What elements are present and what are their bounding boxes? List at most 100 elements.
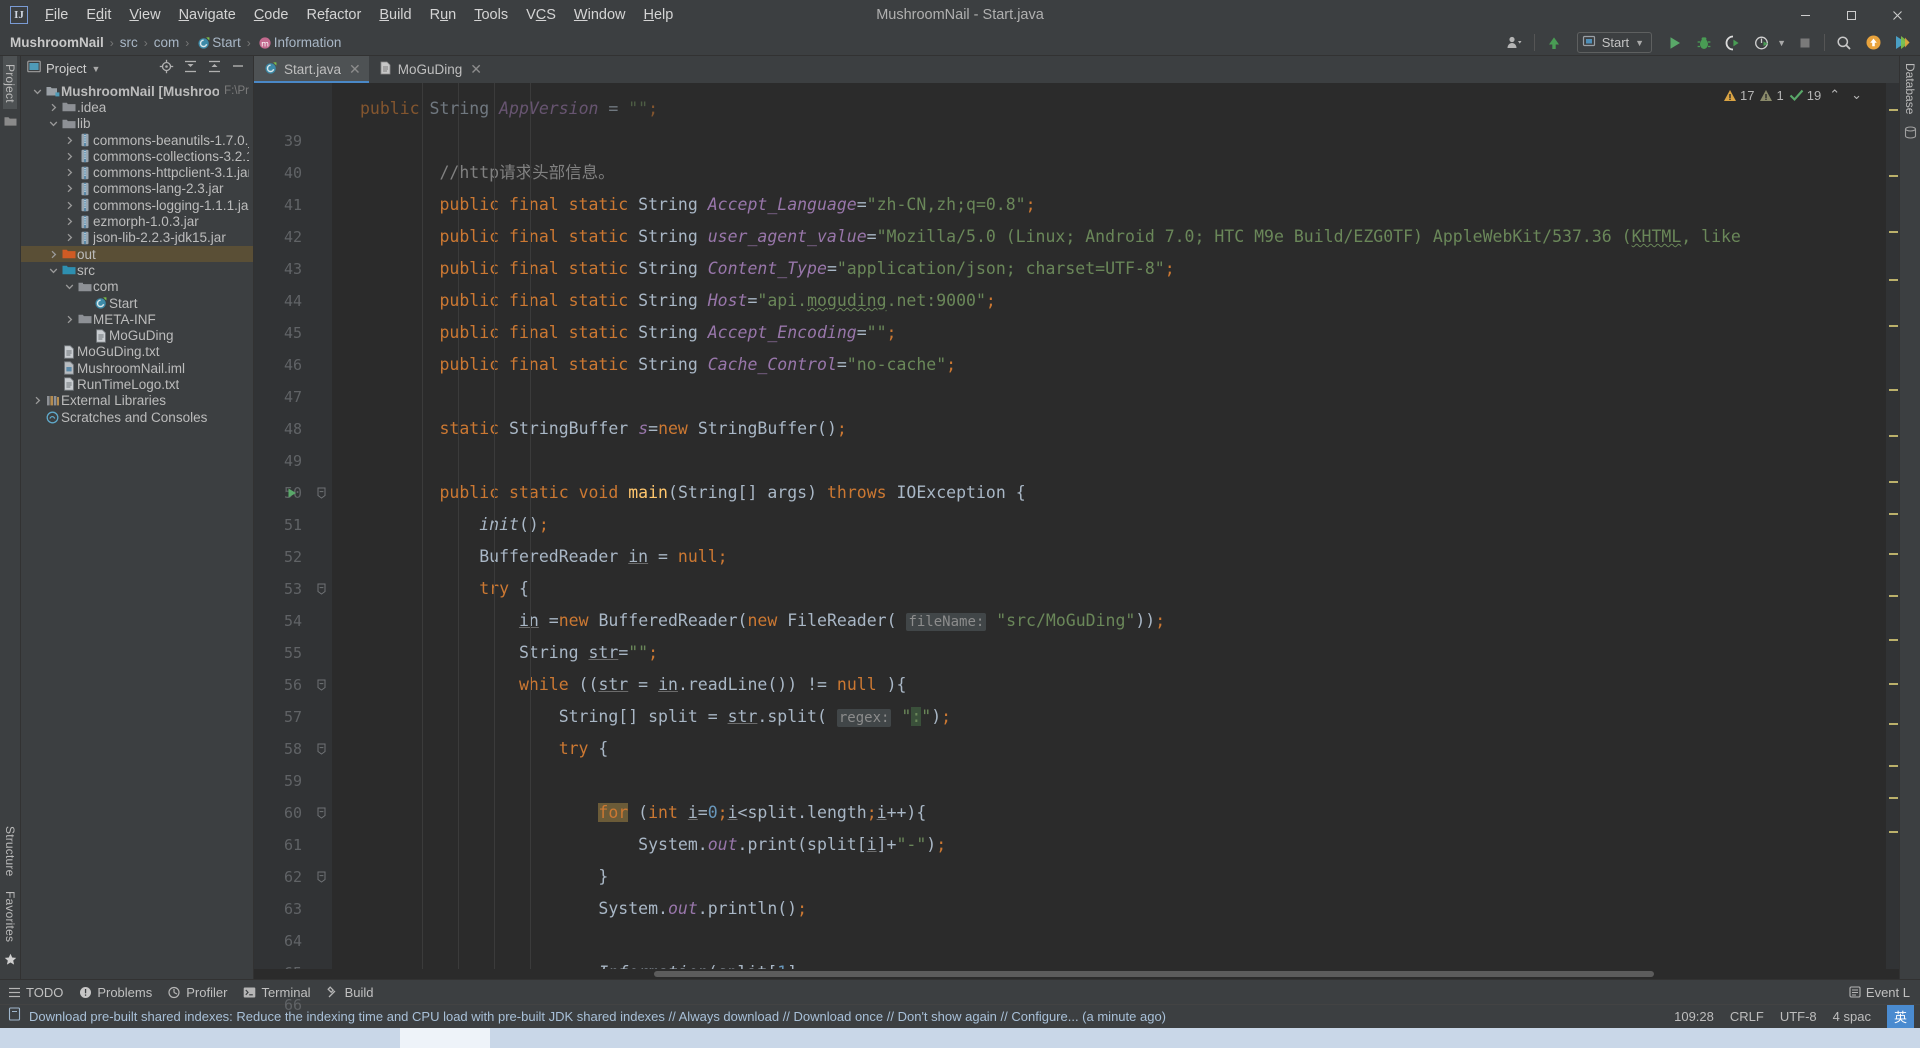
toolwindow-profiler[interactable]: Profiler: [168, 985, 227, 1000]
error-stripe-mark[interactable]: [1889, 513, 1898, 515]
run-gutter-icon[interactable]: [286, 477, 298, 509]
locate-file-icon[interactable]: [159, 59, 174, 79]
error-stripe-mark[interactable]: [1889, 481, 1898, 483]
code-fold-icon[interactable]: [317, 733, 326, 765]
update-icon[interactable]: [1863, 33, 1883, 53]
database-icon[interactable]: [1904, 121, 1917, 149]
breadcrumb-src[interactable]: src: [120, 35, 138, 50]
gutter-line-40[interactable]: 40: [254, 157, 332, 189]
gutter-line-43[interactable]: 43: [254, 253, 332, 285]
chevron-right-icon[interactable]: [47, 103, 60, 112]
chevron-right-icon[interactable]: [63, 201, 76, 210]
chevron-down-icon[interactable]: [47, 119, 60, 128]
collapse-all-icon[interactable]: [207, 59, 222, 79]
chevron-down-icon[interactable]: [63, 282, 76, 291]
chevron-down-icon[interactable]: [47, 266, 60, 275]
hide-panel-icon[interactable]: [231, 59, 245, 78]
tree-node-commons-httpclient-3-1-jar[interactable]: commons-httpclient-3.1.jar: [21, 164, 253, 180]
code-fold-icon[interactable]: [317, 797, 326, 829]
code-line-40[interactable]: //http请求头部信息。: [332, 157, 1886, 189]
error-stripe-mark[interactable]: [1889, 553, 1898, 555]
error-stripe-mark[interactable]: [1889, 435, 1898, 437]
error-stripe-mark[interactable]: [1889, 831, 1898, 833]
code-line-54[interactable]: in =new BufferedReader(new FileReader( f…: [332, 605, 1886, 637]
scrollbar-thumb[interactable]: [654, 971, 1654, 977]
code-line-50[interactable]: public static void main(String[] args) t…: [332, 477, 1886, 509]
menu-code[interactable]: Code: [245, 3, 298, 27]
menu-tools[interactable]: Tools: [465, 3, 517, 27]
chevron-down-icon[interactable]: [31, 87, 44, 96]
tree-node-mushroomnail-mushroomnail[interactable]: MushroomNail [MushroomNail] F:\Pr: [21, 83, 253, 99]
error-stripe-mark[interactable]: [1889, 279, 1898, 281]
code-line-46[interactable]: public final static String Cache_Control…: [332, 349, 1886, 381]
breadcrumb-com[interactable]: com: [154, 35, 180, 50]
line-separator[interactable]: CRLF: [1730, 1009, 1764, 1024]
gutter-line-42[interactable]: 42: [254, 221, 332, 253]
error-stripe[interactable]: [1886, 83, 1899, 969]
search-icon[interactable]: [1834, 33, 1854, 53]
notification-message[interactable]: Download pre-built shared indexes: Reduc…: [29, 1009, 1166, 1024]
tree-node-start[interactable]: Start: [21, 295, 253, 311]
settings-icon[interactable]: [1892, 33, 1912, 53]
menu-vcs[interactable]: VCS: [517, 3, 565, 27]
error-stripe-mark[interactable]: [1889, 109, 1898, 111]
error-stripe-mark[interactable]: [1889, 175, 1898, 177]
tree-node-external-libraries[interactable]: External Libraries: [21, 393, 253, 409]
code-line-41[interactable]: public final static String Accept_Langua…: [332, 189, 1886, 221]
code-line-43[interactable]: public final static String Content_Type=…: [332, 253, 1886, 285]
code-line-58[interactable]: try {: [332, 733, 1886, 765]
chevron-right-icon[interactable]: [63, 233, 76, 242]
toolwindow-problems[interactable]: Problems: [79, 985, 152, 1000]
chevron-right-icon[interactable]: [63, 168, 76, 177]
code-line-38[interactable]: public String AppVersion = "";: [332, 93, 1886, 125]
run-configuration-selector[interactable]: Start ▼: [1576, 32, 1653, 53]
checks-count[interactable]: 19: [1789, 88, 1821, 103]
error-stripe-mark[interactable]: [1889, 797, 1898, 799]
tree-node-commons-logging-1-1-1-jar[interactable]: commons-logging-1.1.1.jar: [21, 197, 253, 213]
chevron-right-icon[interactable]: [63, 315, 76, 324]
chevron-right-icon[interactable]: [31, 396, 44, 405]
chevron-right-icon[interactable]: [63, 152, 76, 161]
code-line-62[interactable]: }: [332, 861, 1886, 893]
file-encoding[interactable]: UTF-8: [1780, 1009, 1817, 1024]
tree-node-com[interactable]: com: [21, 279, 253, 295]
gutter-line-59[interactable]: 59: [254, 765, 332, 797]
chevron-right-icon[interactable]: [47, 250, 60, 259]
minimize-button[interactable]: [1782, 0, 1828, 30]
code-line-56[interactable]: while ((str = in.readLine()) != null ){: [332, 669, 1886, 701]
inspection-widget[interactable]: 17 1 19 ⌃ ⌄: [1723, 87, 1865, 103]
close-icon[interactable]: ✕: [349, 61, 361, 78]
code-line-64[interactable]: [332, 925, 1886, 957]
chevron-down-icon[interactable]: ▼: [91, 64, 100, 74]
code-line-59[interactable]: [332, 765, 1886, 797]
tree-node-meta-inf[interactable]: META-INF: [21, 311, 253, 327]
close-icon[interactable]: ✕: [470, 61, 482, 78]
tree-node-scratches-and-consoles[interactable]: Scratches and Consoles: [21, 409, 253, 425]
toolwindow-event-log[interactable]: Event L: [1849, 985, 1910, 1000]
indent-setting[interactable]: 4 spac: [1833, 1009, 1871, 1024]
code-fold-icon[interactable]: [317, 669, 326, 701]
gutter-line-38[interactable]: [254, 93, 332, 125]
gutter-line-58[interactable]: 58: [254, 733, 332, 765]
maximize-button[interactable]: [1828, 0, 1874, 30]
menu-view[interactable]: View: [120, 3, 169, 27]
tree-node-mushroomnail-iml[interactable]: MushroomNail.iml: [21, 360, 253, 376]
tree-node-lib[interactable]: lib: [21, 116, 253, 132]
code-fold-icon[interactable]: [317, 477, 326, 509]
menu-file[interactable]: File: [36, 3, 77, 27]
menu-navigate[interactable]: Navigate: [170, 3, 245, 27]
error-stripe-mark[interactable]: [1889, 639, 1898, 641]
gutter-line-52[interactable]: 52: [254, 541, 332, 573]
gutter-line-56[interactable]: 56: [254, 669, 332, 701]
rail-structure-button[interactable]: Structure: [3, 818, 17, 883]
debug-button[interactable]: [1694, 33, 1714, 53]
gutter-line-48[interactable]: 48: [254, 413, 332, 445]
update-project-icon[interactable]: [1544, 33, 1564, 53]
menu-edit[interactable]: Edit: [77, 3, 120, 27]
gutter-line-41[interactable]: 41: [254, 189, 332, 221]
gutter-line-63[interactable]: 63: [254, 893, 332, 925]
chevron-down-icon[interactable]: ▼: [1777, 38, 1786, 48]
code-line-51[interactable]: init();: [332, 509, 1886, 541]
code-line-65[interactable]: Information(split[1],: [332, 957, 1886, 969]
horizontal-scrollbar[interactable]: [254, 969, 1899, 979]
